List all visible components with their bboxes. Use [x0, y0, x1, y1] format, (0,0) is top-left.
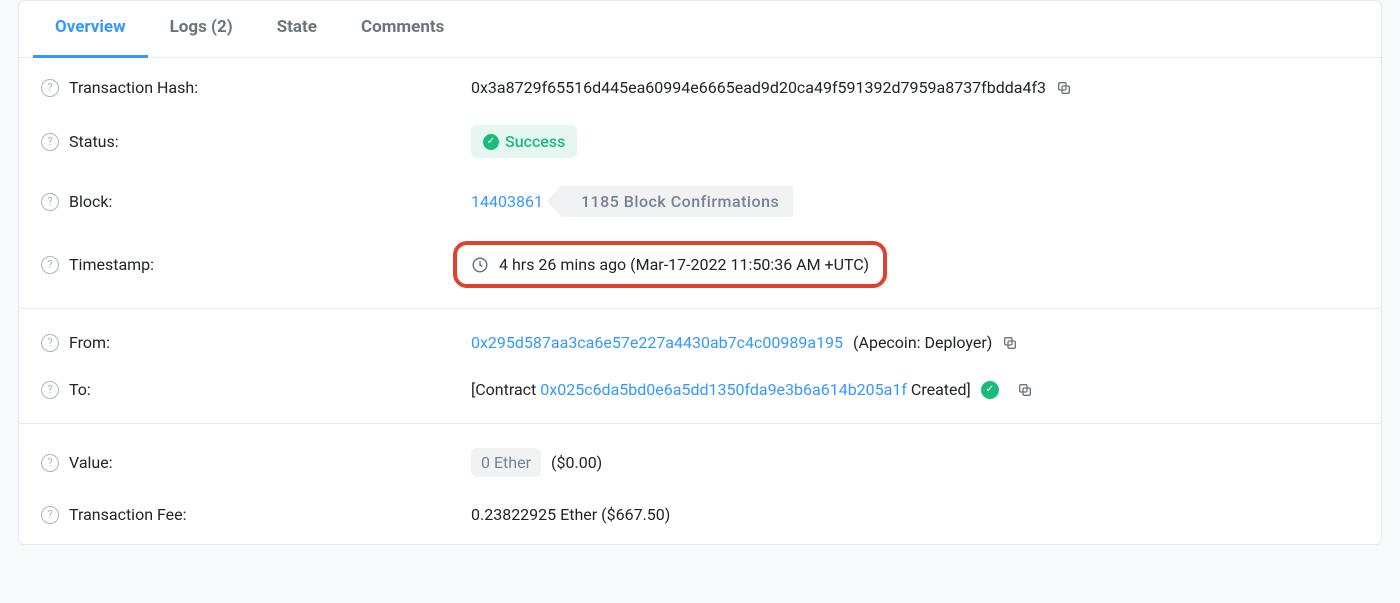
timestamp-value: 4 hrs 26 mins ago (Mar-17-2022 11:50:36 …	[499, 255, 869, 274]
row-to: ? To: [Contract 0x025c6da5bd0e6a5dd1350f…	[19, 366, 1381, 413]
label-status: Status:	[69, 132, 119, 151]
divider	[19, 423, 1381, 424]
tab-state[interactable]: State	[255, 1, 339, 58]
copy-icon[interactable]	[1056, 80, 1072, 96]
to-address-link[interactable]: 0x025c6da5bd0e6a5dd1350fda9e3b6a614b205a…	[540, 380, 907, 399]
help-icon[interactable]: ?	[41, 256, 59, 274]
to-prefix: [Contract	[471, 380, 536, 399]
fee-value: 0.23822925 Ether ($667.50)	[471, 505, 670, 524]
help-icon[interactable]: ?	[41, 133, 59, 151]
status-badge: ✓ Success	[471, 125, 577, 158]
row-txhash: ? Transaction Hash: 0x3a8729f65516d445ea…	[19, 64, 1381, 111]
help-icon[interactable]: ?	[41, 79, 59, 97]
tab-logs[interactable]: Logs (2)	[148, 1, 255, 58]
help-icon[interactable]: ?	[41, 381, 59, 399]
transaction-card: Overview Logs (2) State Comments ? Trans…	[18, 0, 1382, 545]
help-icon[interactable]: ?	[41, 454, 59, 472]
copy-icon[interactable]	[1002, 335, 1018, 351]
label-fee: Transaction Fee:	[69, 505, 187, 524]
status-text: Success	[505, 132, 565, 151]
label-value: Value:	[69, 453, 113, 472]
value-usd: ($0.00)	[551, 453, 602, 472]
copy-icon[interactable]	[1017, 382, 1033, 398]
txhash-value: 0x3a8729f65516d445ea60994e6665ead9d20ca4…	[471, 78, 1046, 97]
details-rows: ? Transaction Hash: 0x3a8729f65516d445ea…	[19, 58, 1381, 544]
row-fee: ? Transaction Fee: 0.23822925 Ether ($66…	[19, 491, 1381, 538]
label-to: To:	[69, 380, 91, 399]
divider	[19, 308, 1381, 309]
tab-comments[interactable]: Comments	[339, 1, 466, 58]
row-timestamp: ? Timestamp: 4 hrs 26 mins ago (Mar-17-2…	[19, 231, 1381, 298]
from-name: (Apecoin: Deployer)	[853, 333, 992, 352]
help-icon[interactable]: ?	[41, 193, 59, 211]
block-number-link[interactable]: 14403861	[471, 192, 543, 211]
timestamp-highlight: 4 hrs 26 mins ago (Mar-17-2022 11:50:36 …	[453, 241, 887, 288]
row-status: ? Status: ✓ Success	[19, 111, 1381, 172]
row-from: ? From: 0x295d587aa3ca6e57e227a4430ab7c4…	[19, 319, 1381, 366]
clock-icon	[471, 256, 489, 274]
label-block: Block:	[69, 192, 112, 211]
block-confirmations: 1185 Block Confirmations	[561, 186, 793, 217]
row-block: ? Block: 14403861 1185 Block Confirmatio…	[19, 172, 1381, 231]
help-icon[interactable]: ?	[41, 334, 59, 352]
label-from: From:	[69, 333, 110, 352]
tab-overview[interactable]: Overview	[33, 1, 148, 58]
to-suffix: Created]	[911, 380, 971, 399]
check-icon: ✓	[483, 134, 499, 150]
label-timestamp: Timestamp:	[69, 255, 154, 274]
from-address-link[interactable]: 0x295d587aa3ca6e57e227a4430ab7c4c00989a1…	[471, 333, 843, 352]
verified-check-icon: ✓	[981, 381, 999, 399]
label-txhash: Transaction Hash:	[69, 78, 198, 97]
row-value: ? Value: 0 Ether ($0.00)	[19, 434, 1381, 491]
help-icon[interactable]: ?	[41, 506, 59, 524]
value-ether-pill: 0 Ether	[471, 448, 541, 477]
tabs-bar: Overview Logs (2) State Comments	[19, 1, 1381, 58]
